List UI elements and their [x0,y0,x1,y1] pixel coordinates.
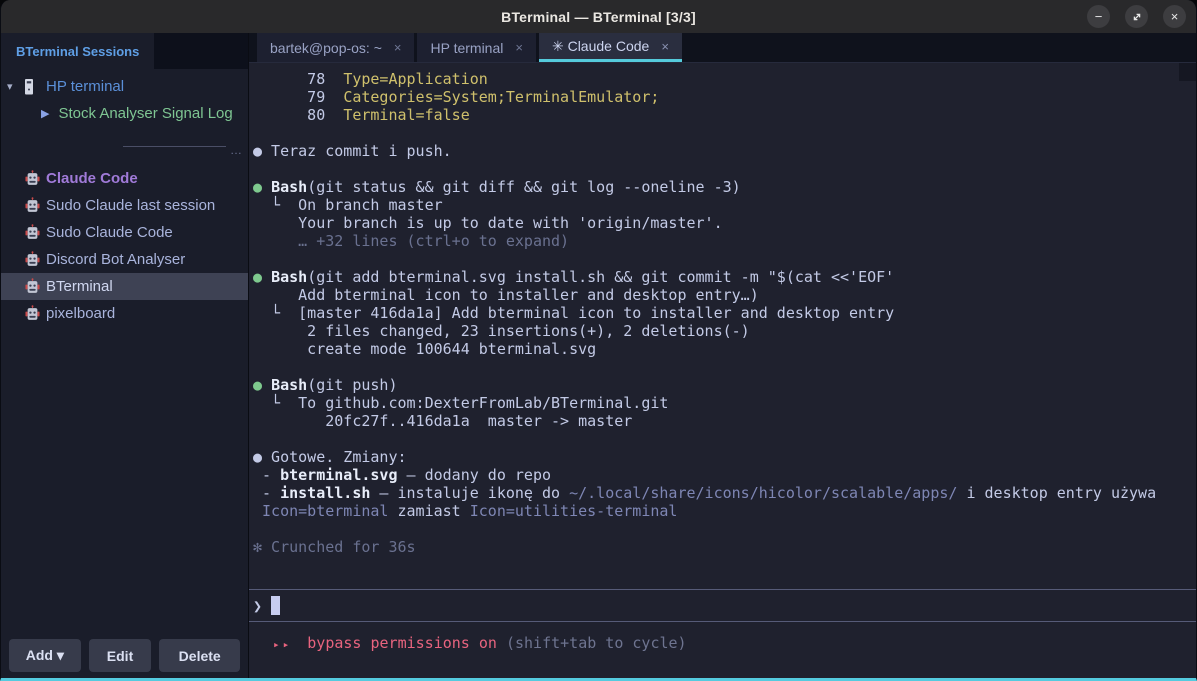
tab-label: ✳ Claude Code [552,38,649,55]
terminal-line: ● Gotowe. Zmiany: [253,448,1196,466]
window-controls: − × [1087,5,1186,28]
terminal-line: 80 Terminal=false [253,106,1196,124]
robot-icon [25,197,40,214]
terminal-line [253,250,1196,268]
tree-item-label: Stock Analyser Signal Log [58,105,232,122]
session-list: Claude Code Sudo Claude last session Sud… [1,165,248,327]
tab-label: HP terminal [430,40,503,56]
session-label: Claude Code [46,170,138,187]
prompt-input[interactable]: ❯ [249,589,1196,622]
maximize-button[interactable] [1125,5,1148,28]
terminal-panel: bartek@pop-os: ~×HP terminal×✳ Claude Co… [249,33,1196,678]
terminal-line: create mode 100644 bterminal.svg [253,340,1196,358]
tab[interactable]: HP terminal × [417,33,535,62]
tab-label: bartek@pop-os: ~ [270,40,382,56]
status-text: bypass permissions on [307,634,497,652]
robot-icon [25,278,40,295]
terminal-line [253,430,1196,448]
session-item[interactable]: Sudo Claude last session [1,192,248,219]
terminal-line: ● Bash(git push) [253,376,1196,394]
terminal-line: 2 files changed, 23 insertions(+), 2 del… [253,322,1196,340]
terminal-line: ● Teraz commit i push. [253,142,1196,160]
title-bar: BTerminal — BTerminal [3/3] − × [1,0,1196,33]
sessions-sidebar: BTerminal Sessions ▾ HP terminal ▶ Stock… [1,33,249,678]
session-label: Sudo Claude Code [46,224,173,241]
double-arrow-icon: ▸▸ [273,638,292,651]
window-title: BTerminal — BTerminal [3/3] [501,9,696,25]
session-item[interactable]: pixelboard [1,300,248,327]
tab-close-icon[interactable]: × [394,40,402,55]
tree-item-stock-analyser[interactable]: ▶ Stock Analyser Signal Log [1,100,248,127]
terminal-line: └ On branch master [253,196,1196,214]
terminal-line: - bterminal.svg — dodany do repo [253,466,1196,484]
terminal-line: ● Bash(git add bterminal.svg install.sh … [253,268,1196,286]
sidebar-buttons: Add ▾ Edit Delete [1,639,248,678]
minimize-icon: − [1095,9,1103,24]
terminal-output[interactable]: 78 Type=Application 79 Categories=System… [249,63,1196,589]
sidebar-divider: … [123,139,242,153]
prompt-icon: ❯ [253,597,262,615]
terminal-line [253,358,1196,376]
session-label: Sudo Claude last session [46,197,215,214]
terminal-line: - install.sh — instaluje ikonę do ~/.loc… [253,484,1196,502]
terminal-line: Your branch is up to date with 'origin/m… [253,214,1196,232]
edit-button[interactable]: Edit [89,639,152,672]
session-item[interactable]: Sudo Claude Code [1,219,248,246]
close-icon: × [1171,9,1179,24]
robot-icon [25,251,40,268]
robot-icon [25,224,40,241]
minimize-button[interactable]: − [1087,5,1110,28]
app-window: BTerminal — BTerminal [3/3] − × BTermina… [0,0,1197,681]
chevron-down-icon[interactable]: ▾ [7,80,23,93]
terminal-line: … +32 lines (ctrl+o to expand) [253,232,1196,250]
session-item[interactable]: BTerminal [1,273,248,300]
terminal-line: └ To github.com:DexterFromLab/BTerminal.… [253,394,1196,412]
tab[interactable]: ✳ Claude Code × [539,33,682,62]
tab-close-icon[interactable]: × [661,39,669,54]
sidebar-title: BTerminal Sessions [16,44,139,59]
tree-item-label: HP terminal [46,78,124,95]
terminal-line: 78 Type=Application [253,70,1196,88]
ellipsis-icon: … [230,143,242,157]
terminal-line: 79 Categories=System;TerminalEmulator; [253,88,1196,106]
status-hint-text: (shift+tab to cycle) [506,634,687,652]
terminal-line: ✻ Crunched for 36s [253,538,1196,556]
robot-icon [25,170,40,187]
session-label: pixelboard [46,305,115,322]
session-label: Discord Bot Analyser [46,251,185,268]
add-button[interactable]: Add ▾ [9,639,81,672]
close-button[interactable]: × [1163,5,1186,28]
play-icon: ▶ [41,107,49,120]
sidebar-header-tab: BTerminal Sessions [1,33,154,69]
sidebar-header: BTerminal Sessions [1,33,248,69]
terminal-line: ● Bash(git status && git diff && git log… [253,178,1196,196]
terminal-line [253,160,1196,178]
terminal-line: Icon=bterminal zamiast Icon=utilities-te… [253,502,1196,520]
delete-button[interactable]: Delete [159,639,240,672]
terminal-line [253,124,1196,142]
session-tree: ▾ HP terminal ▶ Stock Analyser Signal Lo… [1,69,248,127]
computer-icon [23,78,38,96]
terminal-line: Add bterminal icon to installer and desk… [253,286,1196,304]
maximize-icon [1131,11,1143,23]
session-label: BTerminal [46,278,113,295]
text-cursor [271,596,280,615]
tree-item-hp-terminal[interactable]: ▾ HP terminal [1,73,248,100]
robot-icon [25,305,40,322]
tab-close-icon[interactable]: × [515,40,523,55]
divider-line [123,146,226,147]
session-item[interactable]: Discord Bot Analyser [1,246,248,273]
scrollbar[interactable] [1179,63,1196,81]
tab[interactable]: bartek@pop-os: ~ × [257,33,414,62]
terminal-line: 20fc27f..416da1a master -> master [253,412,1196,430]
terminal-line: └ [master 416da1a] Add bterminal icon to… [253,304,1196,322]
terminal-line [253,520,1196,538]
permissions-status: ▸▸ bypass permissions on (shift+tab to c… [249,622,1196,678]
tab-bar: bartek@pop-os: ~×HP terminal×✳ Claude Co… [249,33,1196,63]
session-item[interactable]: Claude Code [1,165,248,192]
